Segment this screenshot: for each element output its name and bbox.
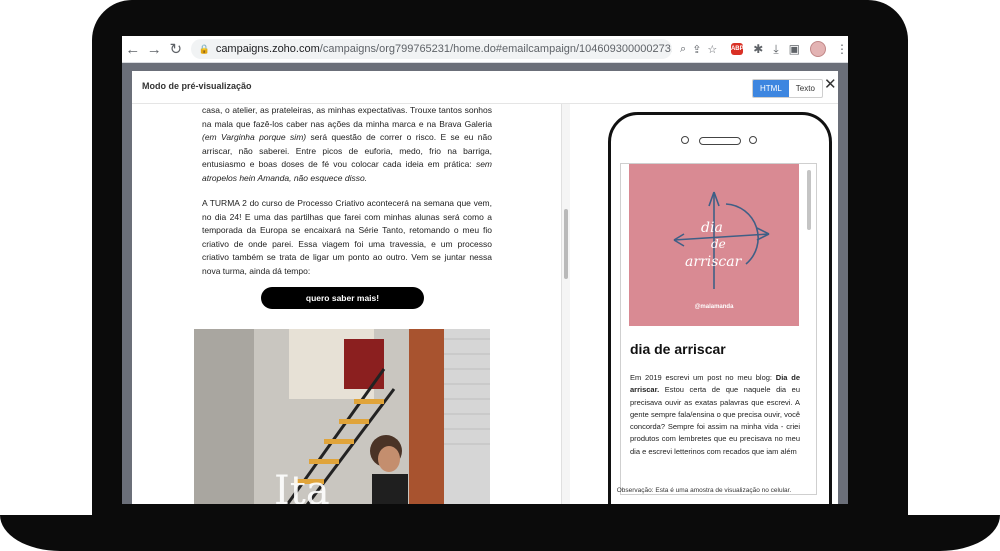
share-icon[interactable]: ⇪ (692, 43, 701, 56)
back-icon[interactable]: ← (122, 38, 144, 60)
address-bar[interactable]: 🔒 campaigns.zoho.com /campaigns/org79976… (190, 39, 673, 59)
star-icon[interactable]: ☆ (707, 43, 717, 56)
newsletter-header-image: dia de arriscar @malamanda (629, 164, 799, 326)
reload-icon[interactable]: ↻ (165, 38, 187, 60)
menu-icon[interactable]: ⋮ (836, 42, 848, 56)
cta-button[interactable]: quero saber mais! (261, 287, 424, 309)
image-handle: @malamanda (694, 304, 734, 310)
preview-modal: Modo de pré-visualização HTML Texto ✕ ca… (132, 71, 838, 504)
email-text: (em Varginha porque sim) (202, 132, 307, 142)
image-lettering: dia (701, 220, 723, 236)
zoom-icon[interactable]: ⌕ (680, 43, 686, 56)
lock-icon[interactable]: 🔒 (199, 44, 210, 55)
email-body: casa, o atelier, as prateleiras, as minh… (202, 104, 492, 290)
view-toggle: HTML Texto (752, 79, 823, 98)
browser-window: ← → ↻ 🔒 campaigns.zoho.com /campaigns/or… (122, 36, 848, 504)
phone-speaker (699, 137, 741, 145)
mobile-preview-pane: dia de arriscar @malamanda dia de arrisc… (570, 104, 838, 504)
laptop-frame: ← → ↻ 🔒 campaigns.zoho.com /campaigns/or… (0, 0, 1000, 551)
image-lettering: de (711, 237, 726, 251)
modal-title: Modo de pré-visualização (142, 81, 252, 91)
profile-avatar[interactable] (810, 41, 827, 57)
laptop-base (0, 515, 1000, 551)
campaign-page-background: Modo de pré-visualização HTML Texto ✕ ca… (122, 63, 848, 504)
phone-camera-icon (681, 136, 689, 144)
extensions-icon[interactable]: ✱ (753, 42, 763, 56)
desktop-preview-pane: casa, o atelier, as prateleiras, as minh… (132, 104, 562, 504)
sidepanel-icon[interactable]: ▣ (789, 42, 800, 56)
newsletter-text: Em 2019 escrevi um post no meu blog: (630, 373, 776, 382)
preview-note: Observação: Esta é uma amostra de visual… (616, 487, 792, 494)
modal-header: Modo de pré-visualização HTML Texto ✕ (132, 71, 838, 104)
forward-icon[interactable]: → (144, 38, 166, 60)
download-icon[interactable]: ⤓ (773, 42, 778, 57)
toggle-html[interactable]: HTML (753, 80, 789, 97)
url-host: campaigns.zoho.com (215, 43, 320, 55)
newsletter-text: Estou certa de que naquele dia eu precis… (630, 385, 800, 456)
browser-toolbar: ← → ↻ 🔒 campaigns.zoho.com /campaigns/or… (122, 36, 848, 63)
image-lettering: arriscar (685, 254, 743, 270)
url-path: /campaigns/org799765231/home.do#emailcam… (319, 43, 672, 55)
scrollbar-thumb[interactable] (564, 209, 568, 279)
adblock-extension-icon[interactable]: ABP (731, 43, 744, 55)
email-text: casa, o atelier, as prateleiras, as minh… (202, 105, 492, 129)
phone-screen: dia de arriscar @malamanda dia de arrisc… (620, 163, 817, 495)
left-scrollbar[interactable] (561, 104, 570, 504)
phone-mockup: dia de arriscar @malamanda dia de arrisc… (608, 112, 832, 504)
newsletter-body: Em 2019 escrevi um post no meu blog: Dia… (630, 372, 800, 458)
newsletter-title: dia de arriscar (630, 341, 726, 357)
close-icon[interactable]: ✕ (824, 75, 837, 93)
phone-sensor-icon (749, 136, 757, 144)
toggle-text[interactable]: Texto (789, 80, 822, 97)
email-photo: Ita (194, 329, 490, 504)
svg-text:Ita: Ita (274, 468, 330, 504)
phone-scrollbar[interactable] (807, 170, 811, 230)
email-paragraph-2: A TURMA 2 do curso de Processo Criativo … (202, 198, 492, 276)
email-paragraph-1: casa, o atelier, as prateleiras, as minh… (202, 104, 492, 185)
